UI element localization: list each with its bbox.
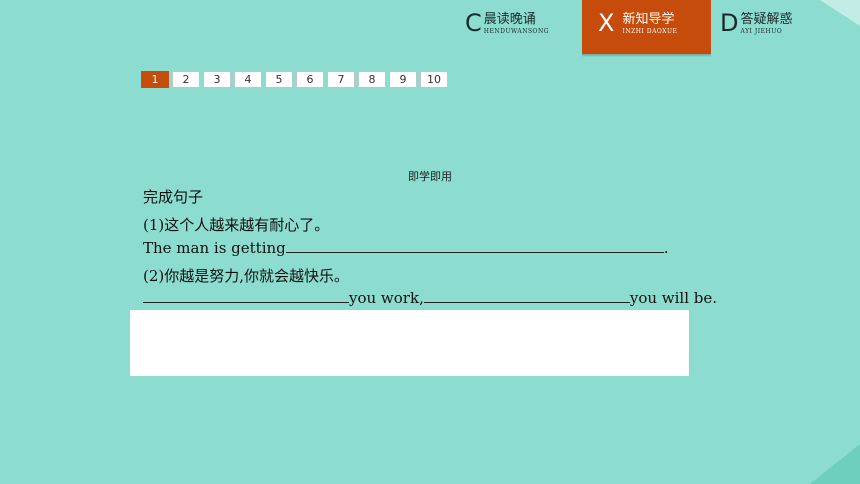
question-2-chinese: (2)你越是努力,你就会越快乐。 [143,267,350,285]
question-2-middle: you work, [349,289,424,307]
question-pager: 1 2 3 4 5 6 7 8 9 10 [141,71,448,88]
page-button-2[interactable]: 2 [172,71,200,88]
page-button-5[interactable]: 5 [265,71,293,88]
answer-blank [285,240,664,253]
nav-tab-xinzhi[interactable]: X 新知导学 INZHI DAOXUE [582,0,711,54]
nav-tab-pinyin: AYI JIEHUO [740,28,783,35]
nav-tab-label: 答疑解惑 [740,12,793,27]
page-button-1[interactable]: 1 [141,71,169,88]
nav-tab-letter: D [720,9,739,37]
page-button-9[interactable]: 9 [389,71,417,88]
question-1-chinese: (1)这个人越来越有耐心了。 [143,216,330,234]
question-1-prefix: The man is getting [143,239,286,257]
question-1-english: The man is getting. [143,239,669,257]
answer-blank [423,290,630,303]
page-button-8[interactable]: 8 [358,71,386,88]
section-title: 即学即用 [408,170,452,183]
nav-tab-letter: X [598,9,615,37]
answer-blank [143,290,349,303]
page-button-7[interactable]: 7 [327,71,355,88]
nav-tab-pinyin: HENDUWANSONG [483,28,550,35]
page-button-3[interactable]: 3 [203,71,231,88]
nav-tab-chendu[interactable]: C 晨读晚诵 HENDUWANSONG [465,0,575,54]
nav-tab-label: 晨读晚诵 [483,12,536,27]
nav-tab-pinyin: INZHI DAOXUE [622,28,678,35]
question-2-english: you work, you will be. [143,289,717,307]
page-button-6[interactable]: 6 [296,71,324,88]
nav-tab-letter: C [465,9,482,37]
exercise-heading: 完成句子 [143,188,204,206]
nav-tab-dayi[interactable]: D 答疑解惑 AYI JIEHUO [720,0,830,54]
answer-cover-box [130,310,689,376]
active-tab-shadow [582,54,711,57]
question-1-suffix: . [663,239,669,257]
page-button-4[interactable]: 4 [234,71,262,88]
nav-tab-label: 新知导学 [622,12,675,27]
page-button-10[interactable]: 10 [420,71,448,88]
question-2-end: you will be. [629,289,718,307]
corner-decoration [810,444,860,484]
